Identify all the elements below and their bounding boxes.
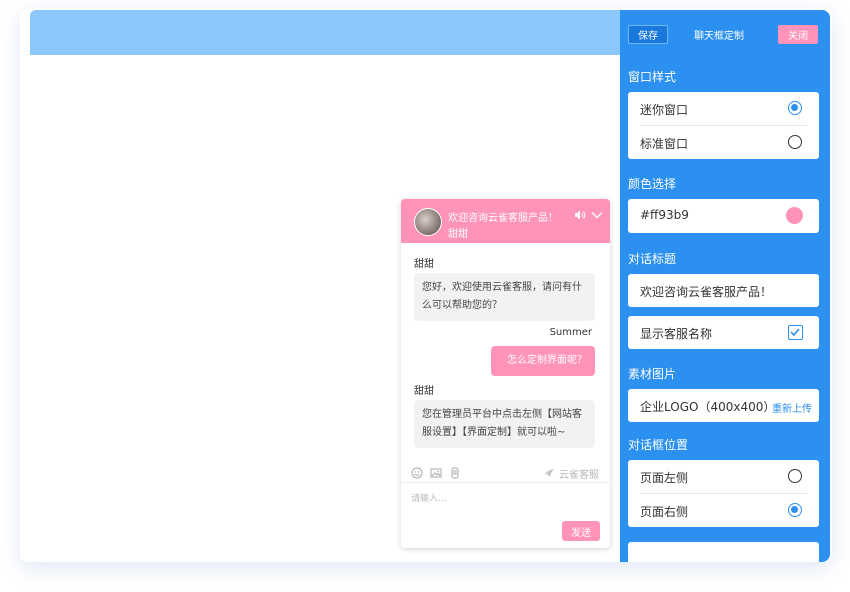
section-label-window-style: 窗口样式 (628, 70, 677, 84)
chat-widget: 欢迎咨询云雀客服产品！ 甜甜 甜甜 您好，欢迎使用云雀客服，请问有什 么可以帮助… (401, 199, 610, 548)
option-page-left[interactable]: 页面左侧 (628, 460, 819, 493)
dialog-title-field[interactable]: 欢迎咨询云雀客服产品！ (628, 274, 819, 307)
message-text: 您好，欢迎使用云雀客服，请问有什 (422, 282, 582, 293)
dialog-title-card[interactable]: 欢迎咨询云雀客服产品！ (628, 274, 819, 307)
option-label: 迷你窗口 (640, 103, 689, 117)
preview-topbar (30, 10, 620, 55)
show-agent-row[interactable]: 显示客服名称 (628, 316, 819, 349)
message-bubble-outgoing: 怎么定制界面呢？ (491, 346, 595, 376)
logo-label: 企业LOGO（400x400） (640, 400, 776, 414)
section-label-color: 颜色选择 (628, 177, 677, 191)
radio-unselected[interactable] (788, 135, 802, 149)
close-button[interactable]: 关闭 (778, 25, 818, 44)
show-agent-checkbox[interactable] (788, 325, 803, 340)
option-mini-window[interactable]: 迷你窗口 (628, 92, 819, 125)
show-agent-label: 显示客服名称 (640, 327, 713, 341)
color-card[interactable]: #ff93b9 (628, 199, 819, 233)
position-card: 页面左侧 页面右侧 (628, 460, 819, 527)
option-standard-window[interactable]: 标准窗口 (628, 126, 819, 159)
chat-toolbar: 云雀客服 (401, 463, 610, 483)
radio-selected[interactable] (788, 503, 802, 517)
reupload-link[interactable]: 重新上传 (772, 400, 812, 415)
message-bubble-incoming: 您在管理员平台中点击左侧【网站客 服设置】【界面定制】就可以啦~ (414, 400, 595, 448)
chat-agent-name: 甜甜 (448, 229, 468, 240)
option-label: 页面左侧 (640, 471, 689, 485)
option-label: 页面右侧 (640, 505, 689, 519)
message-sender: 甜甜 (414, 259, 434, 270)
attachment-icon[interactable] (449, 467, 461, 479)
message-input[interactable] (411, 489, 601, 509)
material-card: 企业LOGO（400x400） 重新上传 (628, 389, 819, 422)
message-text: 么可以帮助您的？ (422, 300, 502, 311)
option-page-right[interactable]: 页面右侧 (628, 494, 819, 527)
window-style-card: 迷你窗口 标准窗口 (628, 92, 819, 159)
logo-row: 企业LOGO（400x400） 重新上传 (628, 389, 819, 422)
radio-unselected[interactable] (788, 469, 802, 483)
option-label: 标准窗口 (640, 137, 689, 151)
send-button[interactable]: 发送 (562, 521, 600, 541)
dialog-title-value: 欢迎咨询云雀客服产品！ (640, 285, 773, 299)
color-value: #ff93b9 (640, 208, 689, 222)
next-section-card (628, 542, 819, 562)
chat-title: 欢迎咨询云雀客服产品！ (448, 213, 558, 224)
brand-label: 云雀客服 (559, 470, 599, 481)
chat-header[interactable]: 欢迎咨询云雀客服产品！ 甜甜 (401, 199, 610, 243)
message-bubble-incoming: 您好，欢迎使用云雀客服，请问有什 么可以帮助您的？ (414, 273, 595, 321)
chevron-down-icon[interactable] (591, 209, 603, 221)
customization-panel: 保存 聊天框定制 关闭 窗口样式 迷你窗口 标准窗口 颜色选择 #ff93b9 … (620, 10, 830, 562)
panel-header: 保存 聊天框定制 关闭 (620, 10, 830, 56)
section-label-material: 素材图片 (628, 367, 677, 381)
image-icon[interactable] (430, 467, 442, 479)
save-button[interactable]: 保存 (628, 25, 668, 44)
color-row[interactable]: #ff93b9 (628, 199, 819, 232)
panel-title: 聊天框定制 (694, 31, 744, 42)
message-sender: Summer (549, 327, 592, 338)
message-sender: 甜甜 (414, 386, 434, 397)
section-label-dialog-title: 对话标题 (628, 252, 677, 266)
bird-logo-icon (545, 469, 554, 477)
agent-avatar (414, 208, 442, 236)
show-agent-card[interactable]: 显示客服名称 (628, 316, 819, 349)
message-text: 服设置】【界面定制】就可以啦~ (422, 427, 566, 438)
checkmark-icon (790, 328, 800, 337)
emoji-icon[interactable] (411, 467, 423, 479)
radio-selected[interactable] (788, 101, 802, 115)
section-label-position: 对话框位置 (628, 438, 689, 452)
message-text: 您在管理员平台中点击左侧【网站客 (422, 409, 582, 420)
color-swatch[interactable] (786, 207, 803, 224)
speaker-icon[interactable] (574, 209, 586, 221)
